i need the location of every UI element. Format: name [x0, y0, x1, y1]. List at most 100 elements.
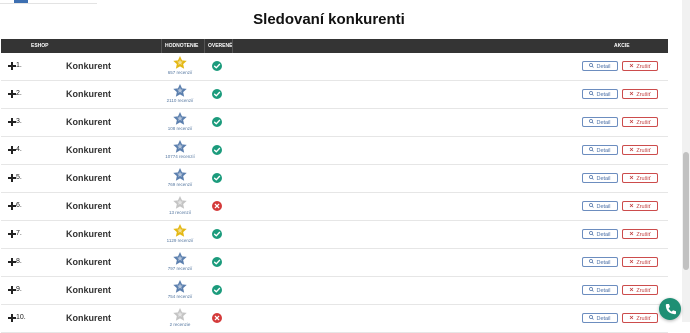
call-button[interactable]: [659, 298, 681, 320]
table-row: 10. Konkurent 2 recenzie Detail Zrušiť: [1, 305, 668, 333]
cancel-button[interactable]: Zrušiť: [622, 173, 658, 183]
search-icon: [589, 259, 595, 264]
expand-plus-icon[interactable]: [8, 62, 16, 70]
times-icon: [630, 175, 634, 180]
cancel-button[interactable]: Zrušiť: [622, 257, 658, 267]
row-number: 7.: [16, 230, 22, 237]
cancel-button-label: Zrušiť: [636, 64, 651, 70]
competitor-name: Konkurent: [66, 229, 111, 239]
cancel-button-label: Zrušiť: [636, 148, 651, 154]
column-header-rating[interactable]: HODNOTENIE: [165, 43, 198, 49]
review-count: 1129 recenzií: [166, 238, 194, 243]
detail-button-label: Detail: [596, 260, 611, 266]
competitor-name: Konkurent: [66, 173, 111, 183]
competitor-name: Konkurent: [66, 145, 111, 155]
table-row: 5. Konkurent 769 recenzií Detail Zrušiť: [1, 165, 668, 193]
cancel-button[interactable]: Zrušiť: [622, 61, 658, 71]
cancel-button[interactable]: Zrušiť: [622, 117, 658, 127]
times-icon: [630, 287, 634, 292]
review-count: 10774 recenzií: [165, 154, 195, 159]
search-icon: [589, 147, 595, 152]
cancel-button[interactable]: Zrušiť: [622, 201, 658, 211]
rating-cell: 108 recenzií: [161, 111, 199, 131]
scrollbar-thumb[interactable]: [683, 152, 689, 270]
detail-button-label: Detail: [596, 148, 611, 154]
search-icon: [589, 119, 595, 124]
detail-button[interactable]: Detail: [582, 145, 618, 155]
verified-check-icon: [212, 173, 222, 183]
detail-button-label: Detail: [596, 92, 611, 98]
expand-plus-icon[interactable]: [8, 286, 16, 294]
detail-button[interactable]: Detail: [582, 285, 618, 295]
cancel-button-label: Zrušiť: [636, 92, 651, 98]
search-icon: [589, 203, 595, 208]
rating-star-icon: [173, 112, 187, 125]
page-scrollbar[interactable]: [682, 0, 690, 322]
verified-check-icon: [212, 61, 222, 71]
rating-star-icon: [173, 224, 187, 237]
review-count: 2110 recenzií: [166, 98, 194, 103]
rating-cell: 2 recenzie: [161, 307, 199, 327]
detail-button[interactable]: Detail: [582, 229, 618, 239]
detail-button[interactable]: Detail: [582, 173, 618, 183]
times-icon: [630, 63, 634, 68]
row-number: 5.: [16, 174, 22, 181]
page-title: Sledovaní konkurenti: [253, 11, 405, 28]
rating-star-icon: [173, 196, 187, 209]
detail-button[interactable]: Detail: [582, 201, 618, 211]
expand-plus-icon[interactable]: [8, 146, 16, 154]
rating-cell: 754 recenzií: [161, 279, 199, 299]
rating-star-icon: [173, 252, 187, 265]
row-number: 6.: [16, 202, 22, 209]
expand-plus-icon[interactable]: [8, 90, 16, 98]
expand-plus-icon[interactable]: [8, 118, 16, 126]
cancel-button[interactable]: Zrušiť: [622, 89, 658, 99]
detail-button[interactable]: Detail: [582, 257, 618, 267]
search-icon: [589, 231, 595, 236]
detail-button[interactable]: Detail: [582, 117, 618, 127]
expand-plus-icon[interactable]: [8, 202, 16, 210]
search-icon: [589, 175, 595, 180]
detail-button-label: Detail: [596, 64, 611, 70]
column-header-eshop[interactable]: ESHOP: [31, 43, 49, 49]
review-count: 2 recenzie: [169, 322, 191, 327]
competitor-name: Konkurent: [66, 257, 111, 267]
competitor-name: Konkurent: [66, 89, 111, 99]
table-header: ESHOP HODNOTENIE OVERENÉ AKCIE: [1, 39, 668, 53]
expand-plus-icon[interactable]: [8, 314, 16, 322]
cancel-button-label: Zrušiť: [636, 260, 651, 266]
rating-cell: 2110 recenzií: [161, 83, 199, 103]
detail-button[interactable]: Detail: [582, 61, 618, 71]
rating-cell: 1129 recenzií: [161, 223, 199, 243]
competitor-name: Konkurent: [66, 201, 111, 211]
column-header-verified[interactable]: OVERENÉ: [208, 43, 232, 49]
detail-button[interactable]: Detail: [582, 89, 618, 99]
row-number: 1.: [16, 62, 22, 69]
table-row: 4. Konkurent 10774 recenzií Detail Zruši…: [1, 137, 668, 165]
times-icon: [630, 91, 634, 96]
rating-star-icon: [173, 140, 187, 153]
verified-check-icon: [212, 117, 222, 127]
expand-plus-icon[interactable]: [8, 174, 16, 182]
times-icon: [630, 315, 634, 320]
competitor-name: Konkurent: [66, 61, 111, 71]
cancel-button[interactable]: Zrušiť: [622, 229, 658, 239]
table-body: 1. Konkurent 657 recenzií Detail Zrušiť …: [1, 53, 668, 333]
table-row: 2. Konkurent 2110 recenzií Detail Zrušiť: [1, 81, 668, 109]
verified-check-icon: [212, 257, 222, 267]
search-icon: [589, 315, 595, 320]
table-row: 1. Konkurent 657 recenzií Detail Zrušiť: [1, 53, 668, 81]
verified-check-icon: [212, 89, 222, 99]
table-row: 6. Konkurent 13 recenzií Detail Zrušiť: [1, 193, 668, 221]
table-row: 3. Konkurent 108 recenzií Detail Zrušiť: [1, 109, 668, 137]
review-count: 754 recenzií: [167, 294, 193, 299]
rating-cell: 10774 recenzií: [161, 139, 199, 159]
expand-plus-icon[interactable]: [8, 230, 16, 238]
competitors-table: ESHOP HODNOTENIE OVERENÉ AKCIE 1. Konkur…: [1, 39, 668, 333]
times-icon: [630, 259, 634, 264]
cancel-button[interactable]: Zrušiť: [622, 145, 658, 155]
phone-icon: [665, 304, 676, 315]
cancel-button[interactable]: Zrušiť: [622, 285, 658, 295]
expand-plus-icon[interactable]: [8, 258, 16, 266]
search-icon: [589, 63, 595, 68]
